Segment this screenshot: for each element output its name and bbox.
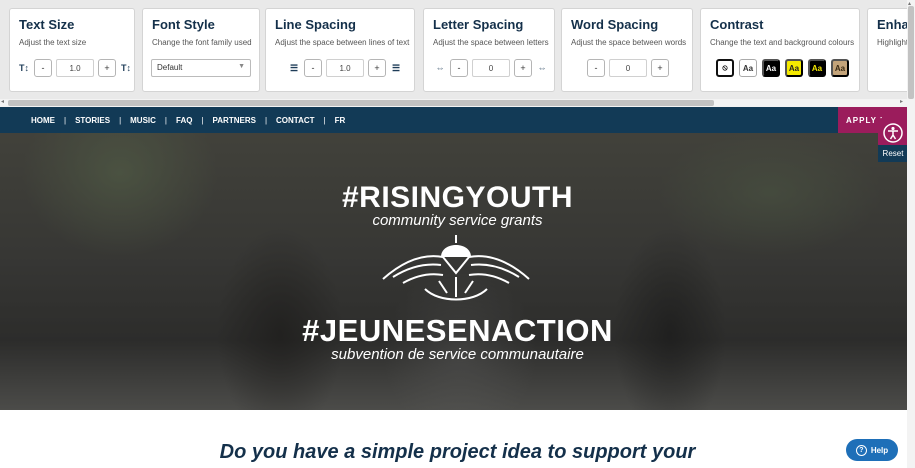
scroll-left-icon[interactable]: ◂ [1,98,4,105]
accessibility-widget-button[interactable] [878,118,908,148]
text-size-decrease-icon: T↕ [19,63,29,73]
scroll-right-icon[interactable]: ▸ [900,98,903,105]
word-spacing-title: Word Spacing [571,17,659,32]
line-spacing-controls: ☰ - 1.0 + ☰ [288,59,402,77]
line-spacing-card: Line Spacing Adjust the space between li… [265,8,415,92]
chevron-down-icon: ▼ [238,63,245,70]
hero-banner: #RISINGYOUTH community service grants #J… [0,133,915,410]
contrast-white-button[interactable]: Aa [739,59,757,77]
accessibility-toolbar: Text Size Adjust the text size T↕ - 1.0 … [0,0,915,107]
text-size-increase-button[interactable]: + [98,59,116,77]
nav-home[interactable]: HOME [22,116,64,125]
contrast-options: ⦸ Aa Aa Aa Aa Aa [716,59,849,77]
letter-spacing-icon-right: ⇔ [537,63,547,73]
contrast-black-button[interactable]: Aa [762,59,780,77]
hero-title-en: #RISINGYOUTH [341,181,574,214]
main-navigation: HOME | STORIES | MUSIC | FAQ | PARTNERS … [0,107,915,133]
letter-spacing-icon: ⇔ [435,63,445,73]
nav-contact[interactable]: CONTACT [267,116,324,125]
text-size-title: Text Size [19,17,75,32]
word-spacing-decrease-button[interactable]: - [587,59,605,77]
accessibility-icon [883,123,903,143]
line-spacing-icon-right: ☰ [391,62,401,73]
toolbar-vscroll-thumb[interactable] [908,6,914,99]
nav-partners[interactable]: PARTNERS [204,116,265,125]
question-icon: ? [855,444,867,456]
page-vertical-scrollbar[interactable] [907,107,915,468]
contrast-title: Contrast [710,17,764,32]
line-spacing-increase-button[interactable]: + [368,59,386,77]
word-spacing-desc: Adjust the space between words [571,38,687,47]
line-spacing-icon: ☰ [289,62,299,73]
letter-spacing-value: 0 [472,59,510,77]
contrast-black-yellow-button[interactable]: Aa [808,59,826,77]
word-spacing-controls: - 0 + [587,59,669,77]
font-style-selected: Default [157,63,183,72]
toolbar-horizontal-scrollbar[interactable]: ◂ ▸ [0,99,915,107]
line-spacing-title: Line Spacing [275,17,356,32]
toolbar-scroll-thumb[interactable] [8,100,714,106]
ban-icon: ⦸ [722,63,728,72]
hero-subtitle-en: community service grants [372,212,543,229]
letter-spacing-decrease-button[interactable]: - [450,59,468,77]
text-size-desc: Adjust the text size [19,38,87,47]
contrast-off-button[interactable]: ⦸ [716,59,734,77]
font-style-card: Font Style Change the font family used D… [142,8,260,92]
letter-spacing-increase-button[interactable]: + [514,59,532,77]
text-size-controls: T↕ - 1.0 + T↕ [18,59,132,77]
intro-heading: Do you have a simple project idea to sup… [219,441,696,463]
contrast-desc: Change the text and background colours [710,38,855,47]
letter-spacing-desc: Adjust the space between letters [433,38,549,47]
text-size-value: 1.0 [56,59,94,77]
word-spacing-increase-button[interactable]: + [651,59,669,77]
word-spacing-value: 0 [609,59,647,77]
text-size-increase-icon: T↕ [121,63,131,73]
word-spacing-card: Word Spacing Adjust the space between wo… [561,8,693,92]
font-style-select[interactable]: Default ▼ [151,59,251,77]
nav-fr[interactable]: FR [326,116,355,125]
nav-stories[interactable]: STORIES [66,116,119,125]
help-button[interactable]: ? Help [846,439,898,461]
hero-title-fr: #JEUNESENACTION [302,313,613,348]
text-size-decrease-button[interactable]: - [34,59,52,77]
toolbar-vertical-scrollbar[interactable]: ▴ [907,0,915,107]
font-style-title: Font Style [152,17,215,32]
reset-button[interactable]: Reset [878,145,908,162]
hero-subtitle-fr: subvention de service communautaire [331,346,584,363]
letter-spacing-controls: ⇔ - 0 + ⇔ [434,59,548,77]
text-size-card: Text Size Adjust the text size T↕ - 1.0 … [9,8,135,92]
contrast-card: Contrast Change the text and background … [700,8,860,92]
line-spacing-value: 1.0 [326,59,364,77]
nav-music[interactable]: MUSIC [121,116,165,125]
line-spacing-decrease-button[interactable]: - [304,59,322,77]
font-style-desc: Change the font family used [152,38,252,47]
contrast-sepia-button[interactable]: Aa [831,59,849,77]
letter-spacing-title: Letter Spacing [433,17,524,32]
contrast-yellow-button[interactable]: Aa [785,59,803,77]
nav-faq[interactable]: FAQ [167,116,201,125]
rising-youth-logo-icon [382,235,530,301]
help-label: Help [870,445,889,455]
line-spacing-desc: Adjust the space between lines of text [275,38,410,47]
letter-spacing-card: Letter Spacing Adjust the space between … [423,8,555,92]
nav-menu: HOME | STORIES | MUSIC | FAQ | PARTNERS … [22,107,354,133]
